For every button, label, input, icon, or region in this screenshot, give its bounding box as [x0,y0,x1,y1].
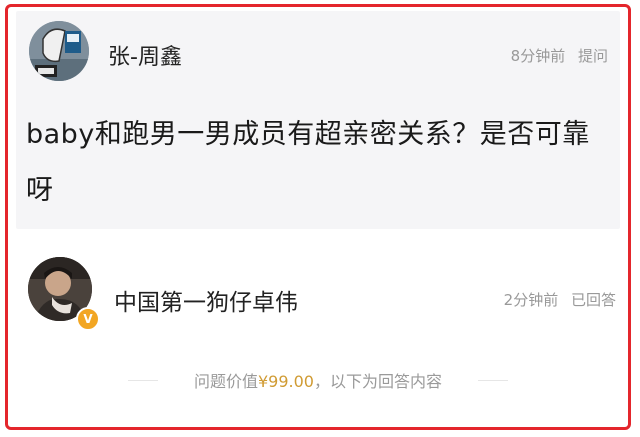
price-amount: ¥99.00 [258,372,314,391]
question-action: 提问 [577,47,608,65]
price-text: 问题价值¥99.00，以下为回答内容 [8,368,628,392]
price-row: 问题价值¥99.00，以下为回答内容 [8,365,628,395]
asker-avatar-image [29,21,89,81]
asker-avatar[interactable] [29,21,89,81]
question-card[interactable]: 张-周鑫 8分钟前 提问 baby和跑男一男成员有超亲密关系？是否可靠呀 [16,11,620,229]
question-meta: 8分钟前 提问 [511,45,608,66]
price-suffix: ，以下为回答内容 [313,372,442,391]
asker-name[interactable]: 张-周鑫 [108,39,182,71]
question-text: baby和跑男一男成员有超亲密关系？是否可靠呀 [26,119,590,206]
verified-badge-icon: V [76,307,100,331]
answer-row[interactable]: V 中国第一狗仔卓伟 2分钟前 已回答 [8,247,628,337]
answer-status: 已回答 [570,291,616,309]
question-time: 8分钟前 [510,47,566,65]
answer-meta: 2分钟前 已回答 [504,289,616,310]
answer-time: 2分钟前 [503,291,559,309]
answerer-name[interactable]: 中国第一狗仔卓伟 [114,283,298,317]
highlight-frame: 张-周鑫 8分钟前 提问 baby和跑男一男成员有超亲密关系？是否可靠呀 V 中… [5,4,631,430]
price-prefix: 问题价值 [193,372,258,391]
